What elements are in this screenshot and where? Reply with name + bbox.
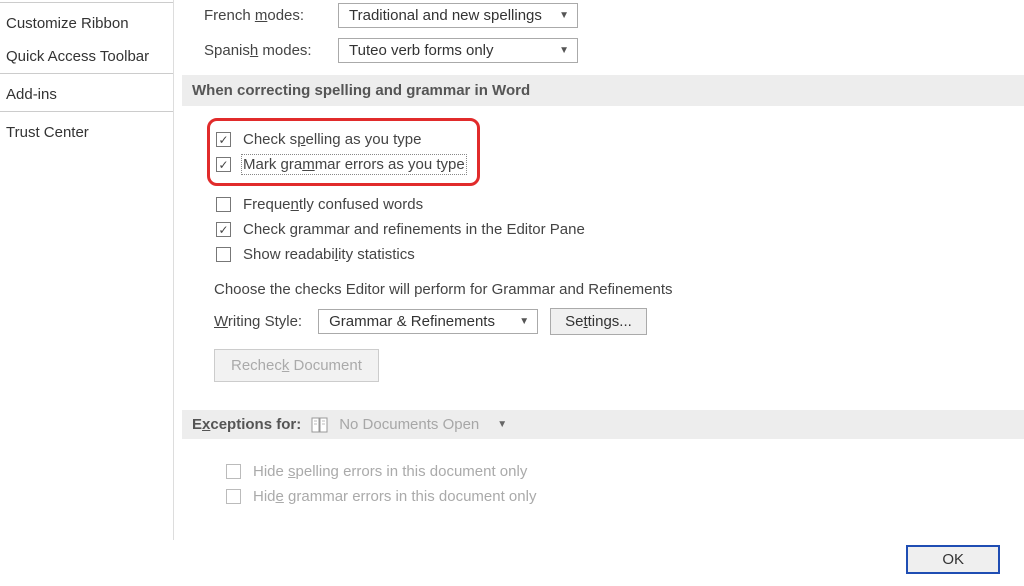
- hide-spelling-row: Hide spelling errors in this document on…: [224, 459, 1024, 484]
- confused-words-row: Frequently confused words: [214, 192, 1024, 217]
- readability-label: Show readability statistics: [243, 246, 415, 263]
- check-spelling-checkbox[interactable]: [216, 132, 231, 147]
- recheck-document-button: Recheck Document: [214, 349, 379, 382]
- confused-words-label: Frequently confused words: [243, 196, 423, 213]
- sidebar: Customize Ribbon Quick Access Toolbar Ad…: [0, 0, 174, 540]
- sidebar-item-quick-access-toolbar[interactable]: Quick Access Toolbar: [0, 40, 173, 73]
- mark-grammar-row: Mark grammar errors as you type: [214, 152, 467, 177]
- hide-grammar-row: Hide grammar errors in this document onl…: [224, 484, 1024, 509]
- spanish-modes-label: Spanish modes:: [204, 42, 338, 59]
- editor-pane-label: Check grammar and refinements in the Edi…: [243, 221, 585, 238]
- ok-button[interactable]: OK: [906, 545, 1000, 574]
- readability-checkbox[interactable]: [216, 247, 231, 262]
- readability-row: Show readability statistics: [214, 242, 1024, 267]
- writing-style-dropdown[interactable]: Grammar & Refinements ▼: [318, 309, 538, 334]
- hide-grammar-checkbox: [226, 489, 241, 504]
- footer: OK: [0, 539, 1024, 586]
- highlight-box: Check spelling as you type Mark grammar …: [207, 118, 480, 186]
- chevron-down-icon: ▼: [519, 316, 529, 327]
- french-modes-label: French modes:: [204, 7, 338, 24]
- check-spelling-row: Check spelling as you type: [214, 127, 467, 152]
- hide-spelling-checkbox: [226, 464, 241, 479]
- content-area: French modes: Traditional and new spelli…: [174, 0, 1024, 540]
- mark-grammar-checkbox[interactable]: [216, 157, 231, 172]
- check-spelling-label: Check spelling as you type: [243, 131, 421, 148]
- mark-grammar-label: Mark grammar errors as you type: [243, 156, 465, 173]
- confused-words-checkbox[interactable]: [216, 197, 231, 212]
- spanish-modes-dropdown[interactable]: Tuteo verb forms only ▼: [338, 38, 578, 63]
- french-modes-dropdown[interactable]: Traditional and new spellings ▼: [338, 3, 578, 28]
- exceptions-header: Exceptions for: No Documents Open ▼: [182, 410, 1024, 439]
- exceptions-label: Exceptions for:: [192, 416, 301, 433]
- editor-pane-row: Check grammar and refinements in the Edi…: [214, 217, 1024, 242]
- chevron-down-icon: ▼: [559, 10, 569, 21]
- hide-spelling-label: Hide spelling errors in this document on…: [253, 463, 527, 480]
- document-icon: [311, 417, 329, 433]
- hide-grammar-label: Hide grammar errors in this document onl…: [253, 488, 536, 505]
- chevron-down-icon: ▼: [559, 45, 569, 56]
- editor-pane-checkbox[interactable]: [216, 222, 231, 237]
- section-header-correcting: When correcting spelling and grammar in …: [182, 75, 1024, 106]
- sidebar-item-add-ins[interactable]: Add-ins: [0, 78, 173, 111]
- choose-checks-text: Choose the checks Editor will perform fo…: [214, 281, 1024, 298]
- settings-button[interactable]: Settings...: [550, 308, 647, 335]
- exceptions-dropdown[interactable]: No Documents Open ▼: [339, 416, 507, 433]
- chevron-down-icon: ▼: [497, 419, 507, 430]
- sidebar-item-trust-center[interactable]: Trust Center: [0, 116, 173, 149]
- writing-style-label: Writing Style:: [214, 313, 302, 330]
- sidebar-item-customize-ribbon[interactable]: Customize Ribbon: [0, 7, 173, 40]
